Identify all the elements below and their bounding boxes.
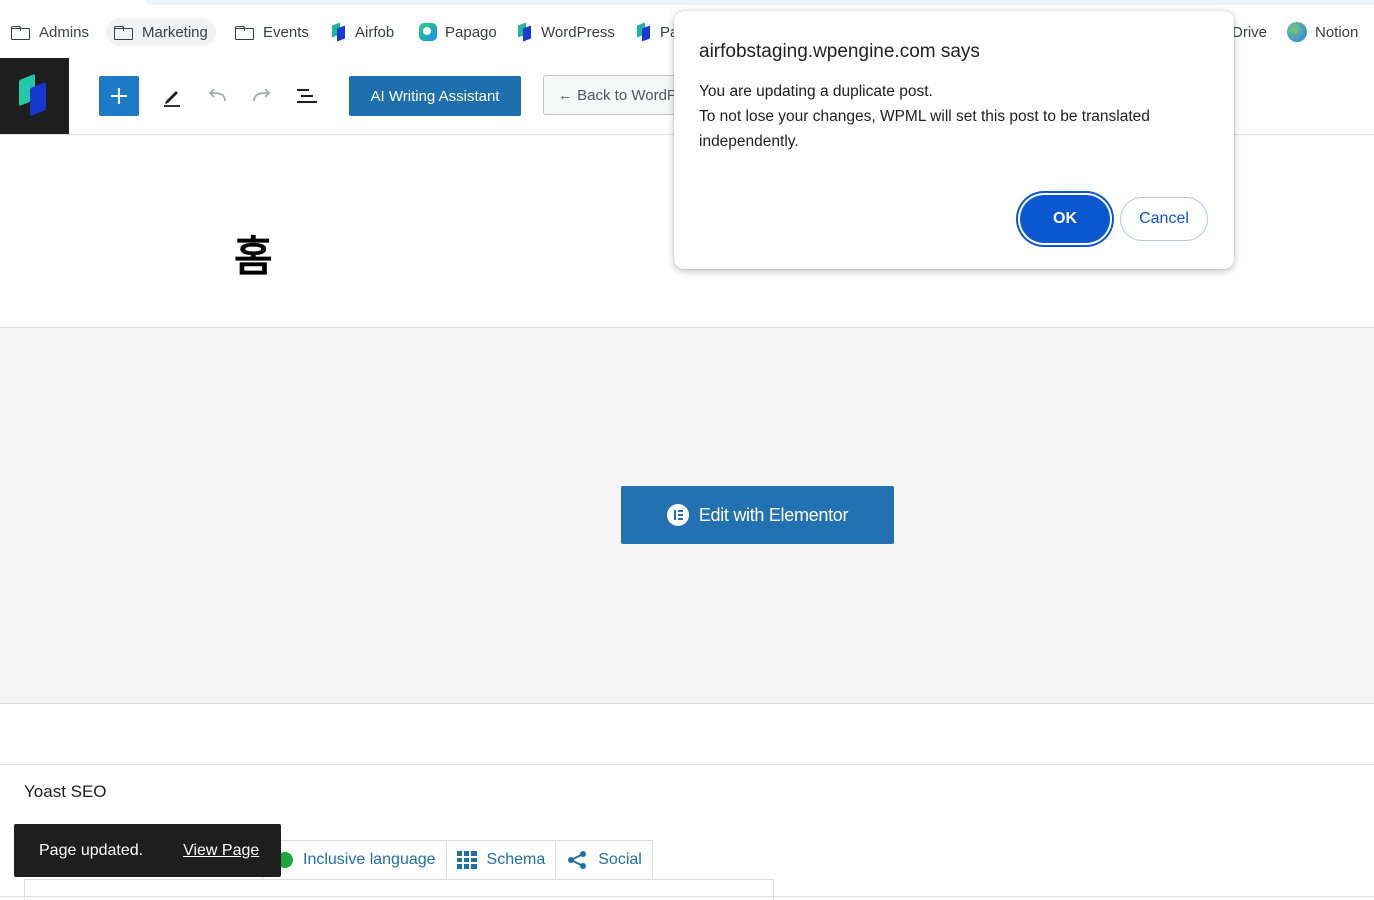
bookmark-airfob[interactable]: Airfob [331,18,394,46]
tab-label: Schema [486,851,546,868]
cancel-button[interactable]: Cancel [1120,197,1208,241]
dialog-message: You are updating a duplicate post. To no… [699,79,1199,154]
page-title[interactable]: 홈 [234,223,273,284]
elementor-icon [666,504,689,526]
tab-schema[interactable]: Schema [446,840,557,880]
tab-label: Social [598,851,642,868]
snackbar-notice: Page updated. View Page [14,824,281,877]
elementor-placeholder: Edit with Elementor [0,328,1374,704]
tab-strip-edge [145,0,1374,5]
bookmark-papago[interactable]: Papago [419,18,497,46]
pencil-icon [164,91,180,107]
redo-button[interactable] [248,82,276,110]
ai-writing-assistant-button[interactable]: AI Writing Assistant [349,76,521,116]
folder-icon [235,24,255,40]
airfob-icon [517,23,533,41]
yoast-tabs: Inclusive language Schema Social [262,840,653,880]
redo-icon [253,88,271,102]
bookmark-label: Notion [1315,23,1359,41]
divider [0,896,1374,897]
dialog-message-line: You are updating a duplicate post. [699,83,933,100]
bookmark-admins[interactable]: Admins [11,18,89,46]
site-logo-button[interactable] [0,58,69,134]
bookmark-marketing[interactable]: Marketing [106,18,216,46]
bookmark-label: Papago [445,23,497,41]
confirm-dialog: airfobstaging.wpengine.com says You are … [674,11,1234,269]
tab-inclusive-language[interactable]: Inclusive language [262,840,447,880]
yoast-seo-heading[interactable]: Yoast SEO [24,782,107,802]
bookmark-events[interactable]: Events [235,18,309,46]
airfob-icon [331,23,347,41]
globe-icon [1287,22,1307,42]
back-to-wordpress-editor-button[interactable]: ← Back to WordPress Editor [543,75,693,115]
bookmark-label: Admins [39,23,90,41]
divider [0,764,1374,765]
tools-button[interactable] [158,82,186,110]
dialog-title: airfobstaging.wpengine.com says [699,41,980,62]
edit-with-elementor-button[interactable]: Edit with Elementor [621,486,894,544]
ok-button[interactable]: OK [1020,195,1110,243]
folder-icon [11,24,31,40]
snackbar-message: Page updated. [39,841,144,859]
document-overview-button[interactable] [293,82,321,110]
airfob-icon [636,23,652,41]
folder-icon [114,24,134,40]
tab-label: Inclusive language [303,851,436,868]
list-view-icon [297,89,317,103]
bookmark-label: Drive [1232,23,1268,41]
papago-icon [419,23,437,41]
view-page-link[interactable]: View Page [183,842,259,860]
grid-icon [456,851,477,869]
airfob-logo-icon [17,73,53,117]
bookmark-notion[interactable]: Notion [1287,18,1358,46]
plus-icon [111,88,127,104]
undo-button[interactable] [203,82,231,110]
add-block-button[interactable] [99,76,139,116]
bookmark-label: Airfob [355,23,395,41]
bookmark-label: WordPress [541,23,615,41]
undo-icon [208,88,226,102]
share-icon [568,851,587,869]
bookmark-pa[interactable]: Pa [636,18,678,46]
tab-social[interactable]: Social [556,840,653,880]
dialog-message-line: independently. [699,133,799,150]
bookmark-drive[interactable]: Drive [1232,18,1267,46]
edit-with-elementor-label: Edit with Elementor [698,504,849,525]
dialog-message-line: To not lose your changes, WPML will set … [699,108,1150,125]
bookmark-label: Marketing [142,23,208,41]
bookmark-wordpress[interactable]: WordPress [517,18,615,46]
bookmark-label: Events [263,23,309,41]
